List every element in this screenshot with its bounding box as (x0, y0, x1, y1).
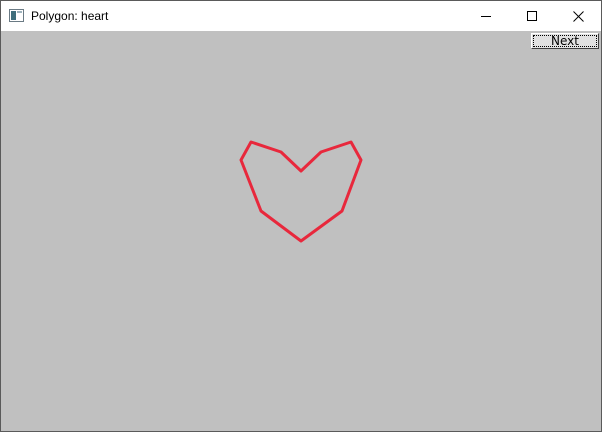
heart-polygon (239, 140, 363, 243)
minimize-button[interactable] (463, 1, 509, 31)
window-app-icon (9, 9, 24, 22)
window-title: Polygon: heart (31, 9, 109, 23)
minimize-icon (481, 16, 491, 17)
client-area: Next (1, 31, 601, 431)
close-icon (572, 10, 584, 22)
maximize-icon (527, 11, 537, 21)
drawing-canvas (239, 140, 363, 243)
maximize-button[interactable] (509, 1, 555, 31)
title-bar[interactable]: Polygon: heart (1, 1, 601, 31)
app-window: Polygon: heart Next (0, 0, 602, 432)
next-button[interactable]: Next (531, 33, 599, 49)
close-button[interactable] (555, 1, 601, 31)
